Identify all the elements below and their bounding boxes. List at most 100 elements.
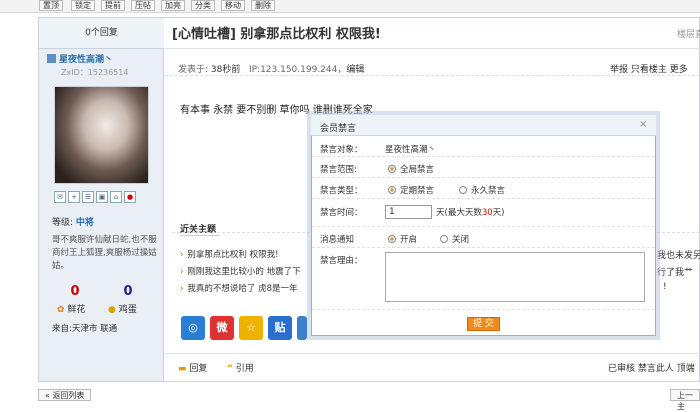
quote-icon: “ xyxy=(227,364,233,374)
type-timed-label: 定期禁言 xyxy=(400,186,435,196)
tieba-share-icon[interactable]: 贴 xyxy=(268,316,292,340)
divider xyxy=(312,247,655,248)
related-item[interactable]: 我真的不想说哈了 虎8是一年 xyxy=(180,282,297,294)
sink-button[interactable]: 压帖 xyxy=(131,0,155,11)
notify-off-label: 关闭 xyxy=(452,235,470,245)
user-rank: 等级: 中将 xyxy=(52,215,94,228)
user-name-label: 星夜性高潮丶 xyxy=(59,55,114,65)
more-share-icon[interactable] xyxy=(297,316,307,340)
type-timed-radio[interactable]: 定期禁言 xyxy=(388,184,434,196)
qq-icon[interactable]: ● xyxy=(124,191,136,203)
post-time-prefix: 发表于: xyxy=(178,65,211,75)
type-label: 禁言类型： xyxy=(320,186,363,196)
post-ip: IP:123.150.199.244 xyxy=(248,65,338,75)
mute-dialog-title: 会员禁言 xyxy=(320,124,357,134)
mute-days-input[interactable]: 1 xyxy=(385,205,432,219)
related-item[interactable]: 别拿那点比权利 权限我! xyxy=(180,248,278,260)
pin-button[interactable]: 置顶 xyxy=(39,0,63,11)
type-permanent-label: 永久禁言 xyxy=(471,186,506,196)
scope-global-radio[interactable]: 全局禁言 xyxy=(388,163,434,175)
scope-label: 禁言范围: xyxy=(320,165,357,175)
notify-label: 消息通知 xyxy=(320,235,355,245)
type-permanent-radio[interactable]: 永久禁言 xyxy=(459,184,505,196)
weibo-share-icon[interactable]: 微 xyxy=(210,316,234,340)
time-hint: 天(最大天数30天) xyxy=(436,206,504,218)
egg-icon: ● xyxy=(108,305,116,315)
flower-icon: ✿ xyxy=(57,305,65,315)
reply-count: 0个回复 xyxy=(39,18,164,49)
notify-on-label: 开启 xyxy=(400,235,418,245)
delete-button[interactable]: 删除 xyxy=(251,0,275,11)
quote-button[interactable]: “ 引用 xyxy=(227,361,254,374)
quote-label: 引用 xyxy=(235,364,254,374)
album-icon[interactable]: ▣ xyxy=(96,191,108,203)
prev-thread-button[interactable]: 上一主 xyxy=(670,389,700,411)
back-to-list-button[interactable]: « 返回列表 xyxy=(38,389,92,401)
related-item[interactable]: 刚刚我这里比较小的 地震了下 xyxy=(180,265,300,277)
floor-jump[interactable]: 楼层直 xyxy=(677,27,700,40)
divider xyxy=(312,226,655,227)
user-action-icons: ✉ + ☰ ▣ ⌂ ● xyxy=(54,191,152,205)
post-time: 38秒前 xyxy=(210,65,241,75)
ring-share-icon[interactable]: ◎ xyxy=(181,316,205,340)
egg-button[interactable]: ● 鸡蛋 xyxy=(108,302,137,315)
highlight-button[interactable]: 加亮 xyxy=(161,0,185,11)
user-name-link[interactable]: 星夜性高潮丶 xyxy=(47,52,113,65)
radio-empty-icon xyxy=(440,235,448,243)
flower-count: 0 xyxy=(70,284,80,299)
time-label: 禁言时间： xyxy=(320,208,363,218)
radio-empty-icon xyxy=(459,186,467,194)
notify-on-radio[interactable]: 开启 xyxy=(388,233,417,245)
edit-link[interactable]: 编辑 xyxy=(346,65,364,75)
rank-name: 中将 xyxy=(75,218,94,228)
rank-label: 等级: xyxy=(52,218,74,228)
reply-button[interactable]: ▬ 回复 xyxy=(178,361,207,374)
star-share-icon[interactable]: ☆ xyxy=(239,316,263,340)
user-signature: 哥不爽服许仙献日蛇,也不服商纣王上狐狸,爽服杨过操姑姑。 xyxy=(52,235,157,271)
mute-dialog-header xyxy=(311,115,656,136)
category-button[interactable]: 分类 xyxy=(191,0,215,11)
notify-off-radio[interactable]: 关闭 xyxy=(440,233,469,245)
profile-icon[interactable]: ☰ xyxy=(82,191,94,203)
target-value: 星夜性高潮丶 xyxy=(385,145,437,155)
divider xyxy=(312,309,655,310)
scope-option-label: 全局禁言 xyxy=(400,165,435,175)
reason-label: 禁言理由： xyxy=(320,256,363,266)
post-actions[interactable]: 举报 只看楼主 更多 xyxy=(610,62,688,75)
footer-actions[interactable]: 已审核 禁言此人 顶端 xyxy=(608,361,695,374)
close-icon[interactable]: × xyxy=(639,119,647,130)
post-body: 有本事 永禁 要不别删 草你吗 谁删谁死全家 xyxy=(180,105,373,116)
user-origin: 来自:天津市 联通 xyxy=(52,324,118,334)
divider xyxy=(312,156,655,157)
egg-label: 鸡蛋 xyxy=(118,305,137,315)
avatar[interactable] xyxy=(54,86,149,184)
related-item-right[interactable]: 行了我艹 xyxy=(657,265,693,278)
egg-count: 0 xyxy=(123,284,133,299)
reason-textarea[interactable] xyxy=(385,252,645,302)
message-icon[interactable]: ✉ xyxy=(54,191,66,203)
add-friend-icon[interactable]: + xyxy=(68,191,80,203)
thread-title: [心情吐槽] 别拿那点比权利 权限我! xyxy=(172,27,381,42)
time-max: 30 xyxy=(481,208,493,218)
submit-button[interactable]: 提 交 xyxy=(467,317,500,331)
related-title: 近关主题 xyxy=(180,222,220,236)
bump-button[interactable]: 提前 xyxy=(101,0,125,11)
move-button[interactable]: 移动 xyxy=(221,0,245,11)
radio-selected-icon xyxy=(388,186,396,194)
radio-selected-icon xyxy=(388,165,396,173)
share-row: ◎ 微 ☆ 贴 xyxy=(181,316,307,340)
reply-icon: ▬ xyxy=(178,364,187,374)
homepage-icon[interactable]: ⌂ xyxy=(110,191,122,203)
user-zxid: ZxID：15236514 xyxy=(61,68,129,77)
flower-button[interactable]: ✿ 鲜花 xyxy=(57,302,85,315)
post-meta: 发表于: 38秒前 IP:123.150.199.244，编辑 xyxy=(178,65,365,75)
user-card-icon xyxy=(47,54,56,63)
related-item-right[interactable]: ! xyxy=(663,282,667,292)
reply-label: 回复 xyxy=(189,364,208,374)
flower-label: 鲜花 xyxy=(67,305,86,315)
moderation-toolbar: 置顶 锁定 提前 压帖 加亮 分类 移动 删除 xyxy=(0,0,700,13)
related-item-right[interactable]: 我也未发另 xyxy=(657,248,700,261)
radio-selected-icon xyxy=(388,235,396,243)
target-label: 禁言对象： xyxy=(320,145,363,155)
lock-button[interactable]: 锁定 xyxy=(71,0,95,11)
